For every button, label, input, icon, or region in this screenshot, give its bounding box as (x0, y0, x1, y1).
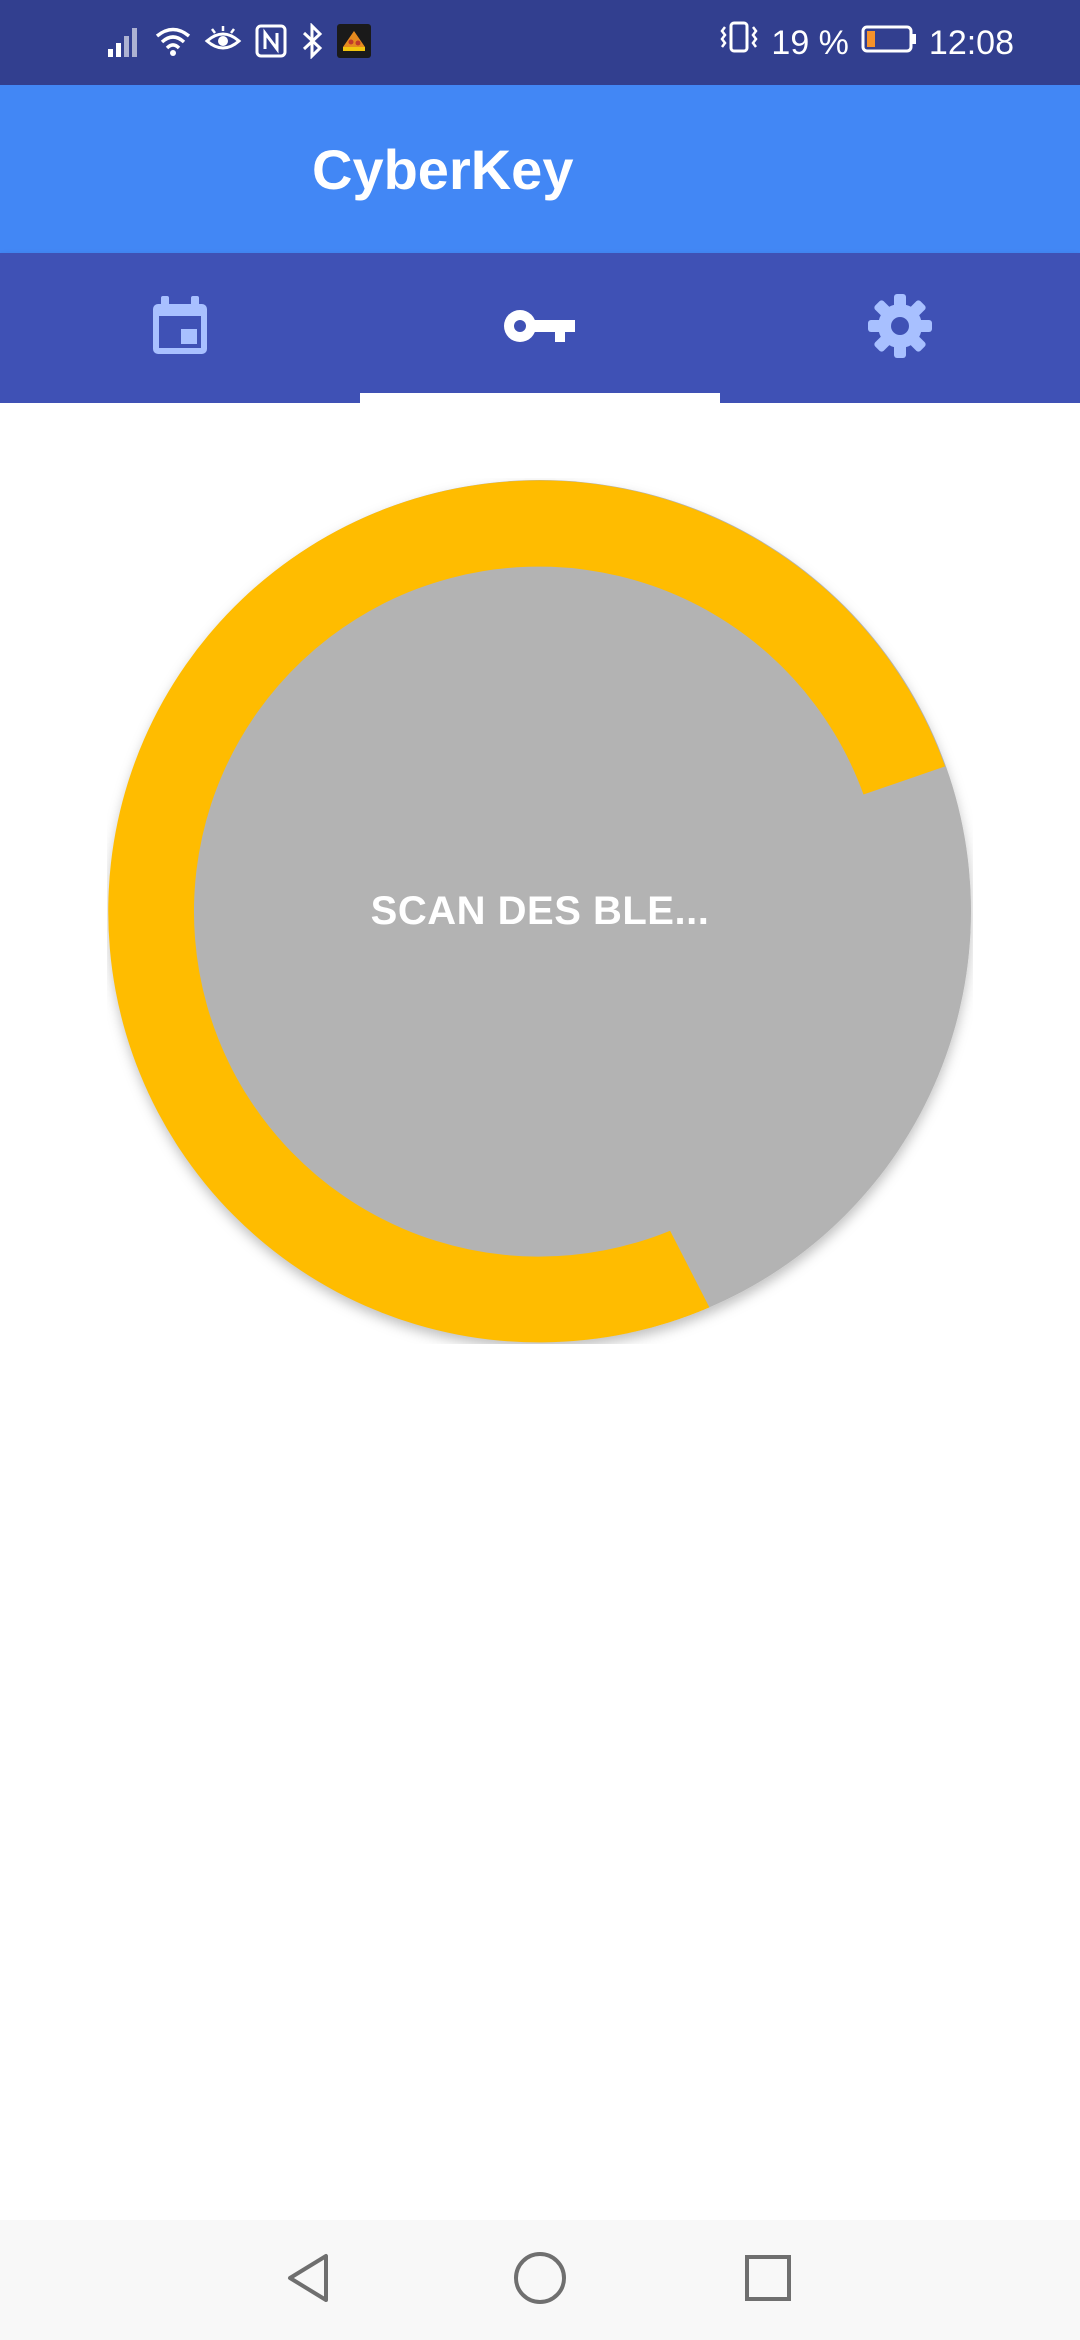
gear-icon (864, 290, 936, 367)
status-icons-right: 19 % 12:08 (719, 20, 1014, 66)
home-button[interactable] (480, 2220, 600, 2340)
back-icon (282, 2251, 336, 2310)
calendar-icon (147, 293, 213, 364)
system-nav-bar (0, 2220, 1080, 2340)
clock: 12:08 (928, 24, 1014, 62)
status-bar: 19 % 12:08 (0, 0, 1080, 85)
bluetooth-icon (300, 21, 324, 64)
tab-calendar[interactable] (0, 253, 360, 403)
app-bar: CyberKey (0, 85, 1080, 253)
recents-icon (742, 2252, 794, 2309)
tab-bar (0, 253, 1080, 403)
scan-button[interactable]: SCAN DES BLE... (107, 478, 973, 1344)
tab-settings[interactable] (720, 253, 1080, 403)
battery-percent: 19 % (771, 24, 849, 62)
recents-button[interactable] (708, 2220, 828, 2340)
tab-key[interactable] (360, 253, 720, 403)
signal-icon (106, 23, 142, 64)
wifi-icon (154, 23, 192, 64)
battery-icon (861, 20, 917, 66)
status-icons-left (106, 20, 372, 66)
back-button[interactable] (249, 2220, 369, 2340)
home-icon (512, 2250, 568, 2311)
eye-icon (204, 23, 242, 64)
app-title: CyberKey (312, 138, 574, 201)
nfc-icon (254, 23, 288, 64)
scan-label: SCAN DES BLE... (370, 888, 710, 933)
tab-indicator (360, 393, 720, 403)
vibrate-icon (719, 19, 759, 67)
app-notification-icon (336, 23, 372, 64)
key-icon (503, 306, 577, 351)
